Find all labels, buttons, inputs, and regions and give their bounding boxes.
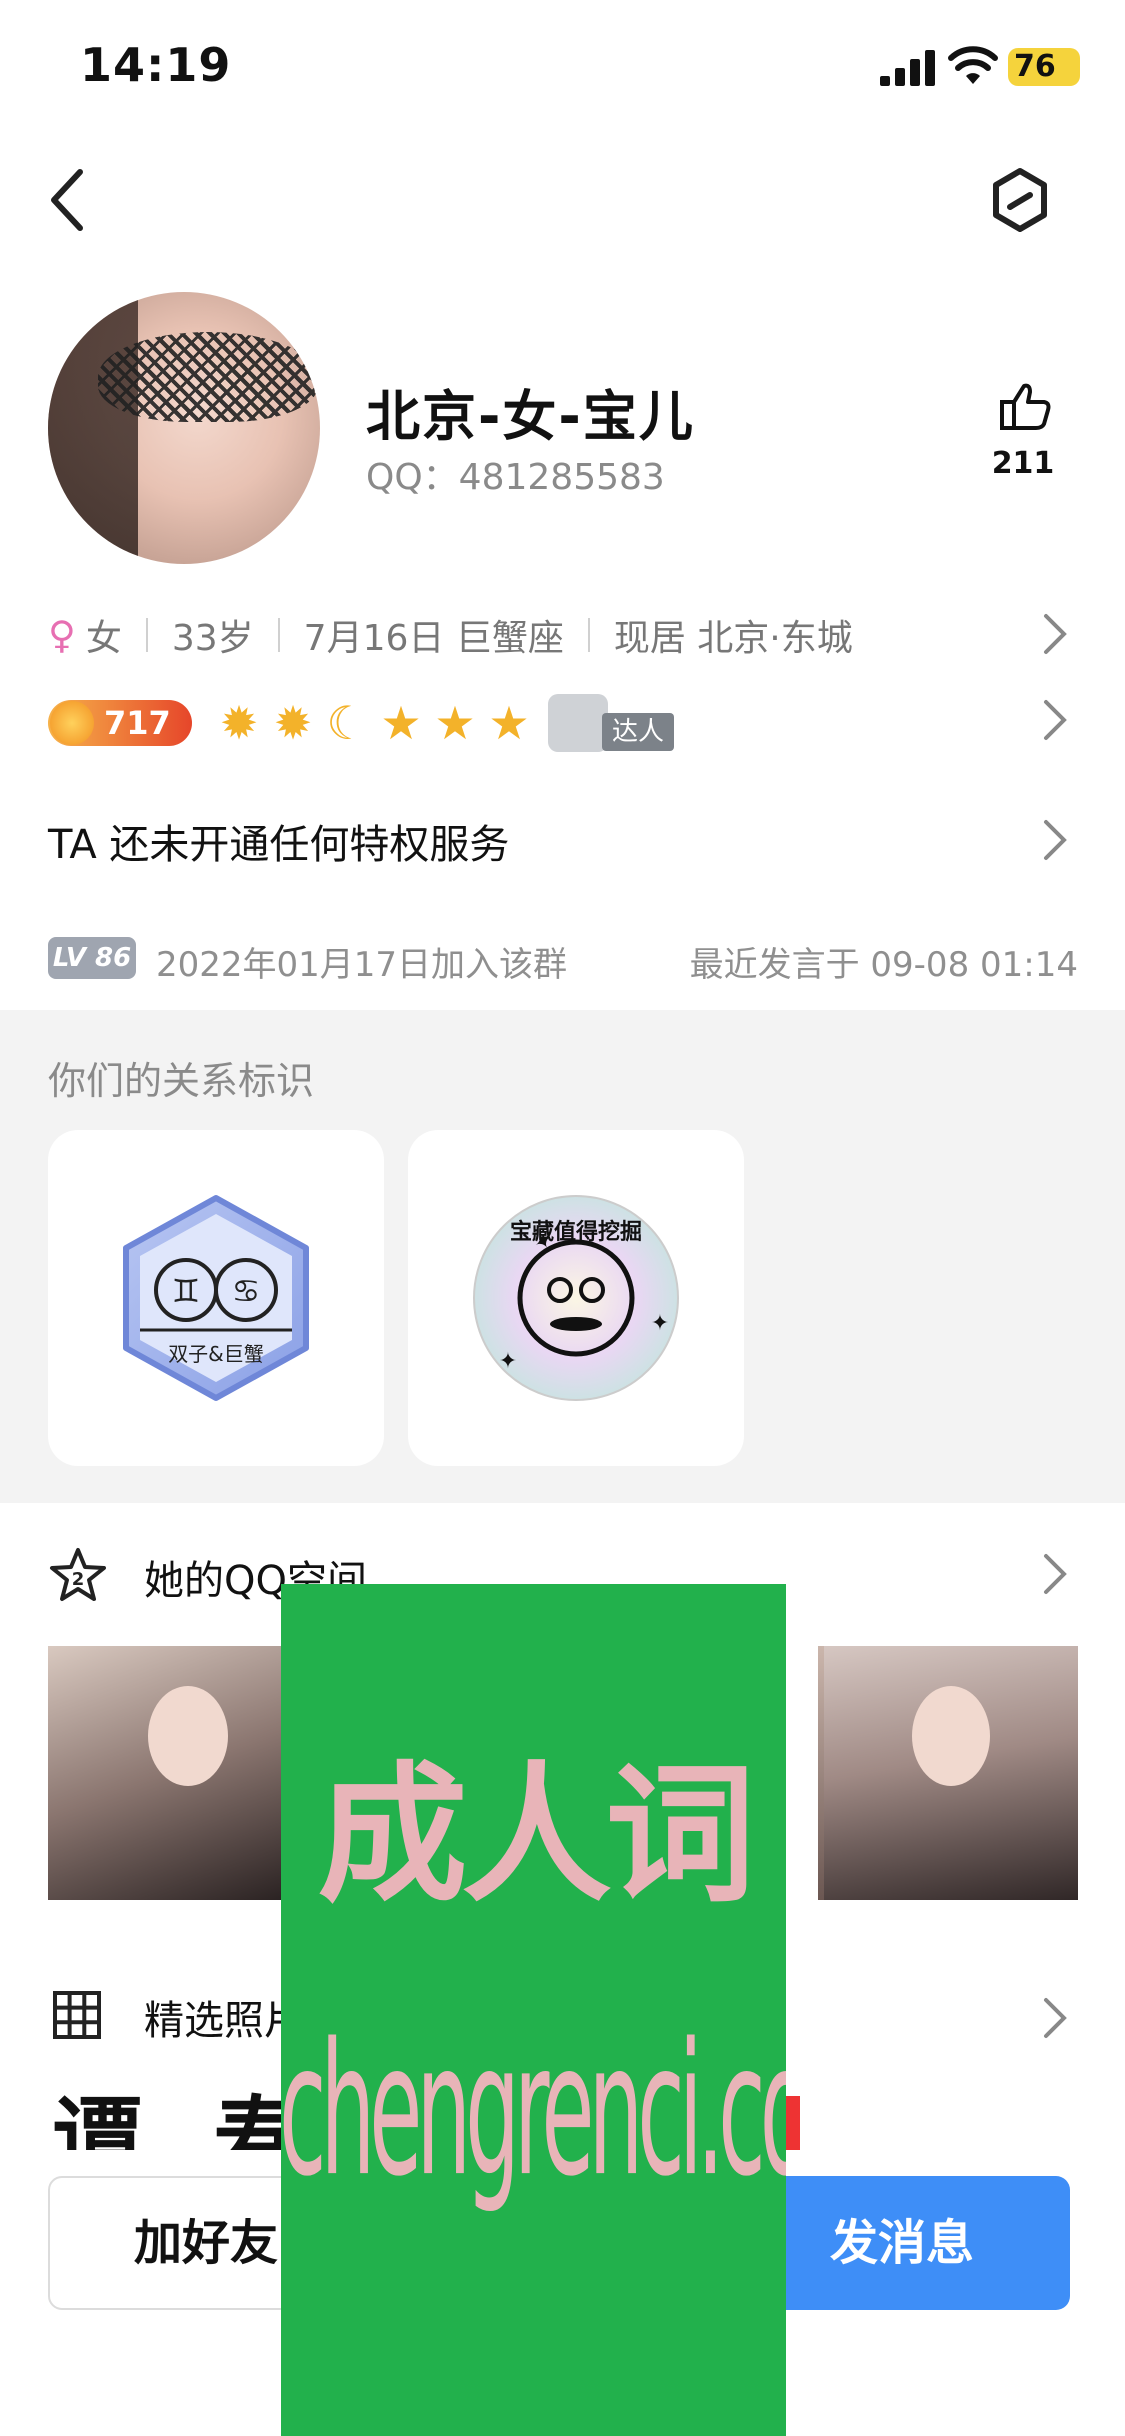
avatar[interactable]: [48, 292, 320, 564]
group-info-row: LV 86 2022年01月17日加入该群 最近发言于 09-08 01:14: [48, 935, 1078, 985]
cellular-signal-icon: [880, 50, 935, 86]
gender-text: 女: [85, 618, 122, 659]
relation-title: 你们的关系标识: [48, 1059, 315, 1103]
sun-icon: ✹: [219, 696, 259, 750]
treasure-badge-icon: ✦ ✦ ✦: [473, 1195, 679, 1401]
watermark-overlay: 成人词 chengrenci.com: [281, 1584, 786, 2436]
status-bar: 14:19 76: [0, 0, 1125, 140]
status-time: 14:19: [80, 38, 232, 92]
red-mark: [786, 2096, 800, 2150]
star-icon: ★: [380, 696, 422, 750]
qq-number: QQ：481285583: [366, 457, 665, 498]
divider: [145, 618, 148, 652]
battery-indicator: 76: [1008, 48, 1080, 86]
moon-icon: ☾: [326, 696, 368, 750]
avatar-hair: [48, 292, 138, 564]
bell-icon: [548, 694, 608, 752]
star-icon: ★: [434, 696, 476, 750]
location-text: 现居 北京·东城: [613, 618, 853, 659]
card-caption: 宝藏值得挖掘: [509, 1220, 642, 1245]
qzone-star-icon: 2: [50, 1548, 106, 1601]
avatar-mask: [98, 332, 318, 422]
svg-text:♊: ♊: [172, 1272, 201, 1310]
chevron-right-icon[interactable]: [1040, 1996, 1070, 2040]
relation-card-twins-cancer[interactable]: ♊ ♋ 双子&巨蟹: [48, 1130, 384, 1466]
daren-badge: 达人: [548, 694, 675, 752]
basic-info-row[interactable]: ♀ 女 33岁 7月16日 巨蟹座 现居 北京·东城: [48, 605, 853, 665]
divider: [587, 618, 590, 652]
relation-card-treasure[interactable]: ✦ ✦ ✦ 宝藏值得挖掘: [408, 1130, 744, 1466]
wifi-icon: [948, 46, 998, 84]
last-spoke: 最近发言于 09-08 01:14: [689, 945, 1078, 985]
sun-icon: ✹: [273, 696, 313, 750]
photo-face: [148, 1686, 228, 1786]
watermark-en: chengrenci.com: [281, 2004, 786, 2217]
level-badge: 717: [48, 700, 192, 746]
relation-section: 你们的关系标识 ♊ ♋ 双子&巨蟹 ✦ ✦ ✦ 宝藏值得挖掘: [0, 1010, 1125, 1503]
photo-face: [912, 1686, 990, 1786]
chevron-right-icon[interactable]: [1040, 1552, 1070, 1596]
birthday-text: 7月16日 巨蟹座: [303, 618, 564, 659]
privilege-text[interactable]: TA 还未开通任何特权服务: [48, 812, 509, 870]
level-value: 717: [104, 704, 171, 742]
back-button[interactable]: [40, 160, 100, 240]
qzone-photo[interactable]: [48, 1646, 284, 1900]
daren-label: 达人: [602, 713, 675, 751]
flame-icon: [50, 701, 94, 745]
female-icon: ♀: [48, 613, 76, 657]
watermark-cn: 成人词: [317, 1747, 755, 1923]
nickname: 北京-女-宝儿: [366, 385, 695, 448]
chevron-right-icon[interactable]: [1040, 818, 1070, 862]
chevron-right-icon[interactable]: [1040, 612, 1070, 656]
level-icons: ✹ ✹ ☾ ★ ★ ★: [214, 698, 538, 748]
level-badge-row[interactable]: 717 ✹ ✹ ☾ ★ ★ ★ 达人: [48, 690, 675, 756]
svg-text:✦: ✦: [651, 1311, 669, 1336]
settings-icon[interactable]: [990, 165, 1050, 235]
group-level-badge: LV 86: [48, 937, 136, 979]
divider: [277, 618, 280, 652]
join-date: 2022年01月17日加入该群: [156, 945, 568, 985]
age-text: 33岁: [171, 618, 254, 659]
like-count: 211: [991, 446, 1055, 481]
card-caption: 双子&巨蟹: [168, 1342, 264, 1366]
selected-photos-label: 精选照片: [144, 1998, 304, 2044]
svg-text:♋: ♋: [232, 1272, 261, 1310]
thumbs-up-icon[interactable]: [990, 380, 1056, 430]
chevron-right-icon[interactable]: [1040, 698, 1070, 742]
star-icon: ★: [488, 696, 530, 750]
grid-icon: [53, 1991, 101, 2039]
svg-text:✦: ✦: [499, 1349, 517, 1374]
twins-cancer-badge-icon: ♊ ♋: [123, 1195, 309, 1401]
qzone-photo[interactable]: [824, 1646, 1078, 1900]
svg-text:2: 2: [72, 1569, 85, 1590]
